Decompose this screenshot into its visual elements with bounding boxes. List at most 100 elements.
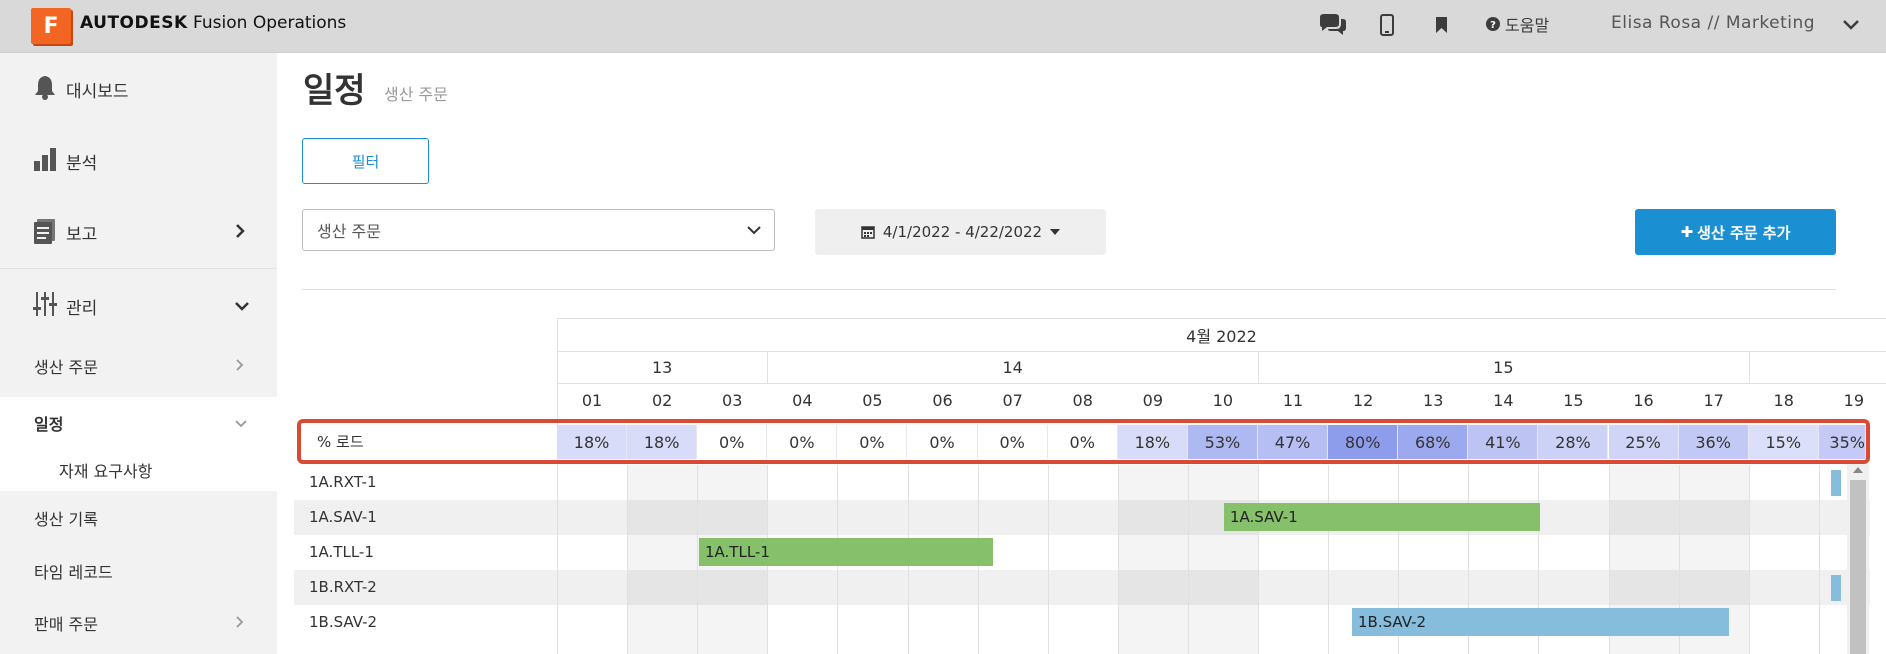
sidebar-item-label: 보고: [66, 225, 98, 245]
sidebar-subitem-sales-orders[interactable]: 판매 주문: [0, 597, 277, 649]
sidebar-item-label: 분석: [66, 153, 98, 174]
sidebar-item-analysis[interactable]: 분석: [0, 125, 277, 197]
day-label: 07: [1002, 390, 1023, 410]
weekend-column: [1187, 465, 1258, 654]
gantt-bar-partial[interactable]: [1831, 575, 1841, 601]
chevron-right-icon: [234, 357, 244, 376]
svg-text:?: ?: [1490, 20, 1496, 31]
day-label: 12: [1352, 390, 1374, 410]
row-label: 1A.SAV-1: [309, 508, 377, 526]
gantt-bar-partial[interactable]: [1831, 470, 1841, 496]
sidebar-subitem-label: 타임 레코드: [34, 563, 113, 582]
gantt-bar[interactable]: 1A.TLL-1: [699, 538, 993, 566]
week-divider: [767, 351, 769, 383]
grid-line: [1748, 465, 1750, 654]
row-label: 1A.TLL-1: [309, 543, 374, 561]
sidebar-subitem-production-records[interactable]: 생산 기록: [0, 491, 277, 545]
sidebar: 대시보드 분석 보고 관리 생산 주문 일정 자재 요구사항 생산 기록 타임 …: [0, 53, 277, 654]
grid-line: [1117, 465, 1119, 654]
gantt-bar[interactable]: 1B.SAV-2: [1352, 608, 1729, 636]
row-label: 1A.RXT-1: [309, 473, 377, 491]
day-label: 06: [932, 390, 953, 410]
sidebar-subitem-label: 판매 주문: [34, 615, 98, 634]
grid-line: [557, 465, 558, 654]
help-link[interactable]: ? 도움말: [1486, 12, 1549, 36]
week-divider: [1258, 351, 1259, 383]
week-label: 13: [651, 358, 673, 377]
brand-rest: Fusion Operations: [193, 13, 347, 33]
grid-line: [1328, 465, 1330, 654]
vertical-scrollbar[interactable]: [1847, 464, 1869, 654]
day-label: 02: [651, 390, 673, 410]
sidebar-subitem-production-orders[interactable]: 생산 주문: [0, 345, 277, 387]
load-row-highlight: [297, 419, 1870, 464]
week-label: 14: [1002, 358, 1023, 377]
sidebar-subitem-material-requirements[interactable]: 자재 요구사항: [0, 449, 277, 491]
logo-letter: F: [43, 13, 59, 39]
grid-line: [1258, 465, 1259, 654]
sidebar-item-dashboard[interactable]: 대시보드: [0, 53, 277, 125]
chevron-right-icon: [234, 614, 244, 633]
day-label: 14: [1493, 390, 1514, 410]
chevron-down-icon: [234, 297, 250, 316]
main-content: 일정 생산 주문 필터 생산 주문 4/1/2022 - 4/22/2022 ✚…: [277, 53, 1886, 654]
row-label: 1B.SAV-2: [309, 613, 378, 631]
day-label: 09: [1142, 390, 1164, 410]
scrollbar-thumb[interactable]: [1850, 480, 1866, 654]
week-label: 15: [1493, 358, 1514, 377]
bookmark-icon[interactable]: [1435, 10, 1448, 40]
day-label: 17: [1703, 390, 1724, 410]
sidebar-subitem-label: 자재 요구사항: [59, 462, 153, 481]
day-label: 18: [1773, 390, 1794, 410]
brand-name: AUTODESK Fusion Operations: [80, 13, 346, 33]
day-label: 13: [1423, 390, 1444, 410]
grid-line: [627, 465, 629, 654]
sliders-icon: [33, 291, 57, 321]
day-label: 01: [581, 390, 603, 410]
top-bar: F AUTODESK Fusion Operations ? 도움말 Elisa…: [0, 0, 1886, 53]
sidebar-item-reports[interactable]: 보고: [0, 197, 277, 269]
chat-icon[interactable]: [1318, 10, 1348, 40]
week-divider: [1748, 351, 1750, 383]
sidebar-subitem-label: 일정: [34, 415, 64, 434]
sidebar-item-label: 대시보드: [66, 81, 129, 102]
fusion-logo[interactable]: F: [31, 8, 71, 44]
chevron-down-icon[interactable]: [1842, 16, 1860, 35]
day-label: 11: [1282, 390, 1304, 410]
gantt-bar[interactable]: 1A.SAV-1: [1224, 503, 1540, 531]
bar-chart-icon: [33, 147, 57, 175]
chevron-down-icon: [234, 414, 248, 433]
sidebar-item-label: 관리: [66, 298, 98, 319]
sidebar-subitem-time-records[interactable]: 타임 레코드: [0, 545, 277, 597]
grid-line: [1818, 465, 1820, 654]
help-label: 도움말: [1505, 16, 1550, 35]
question-circle-icon: ?: [1486, 17, 1500, 31]
grid-line: [1187, 465, 1189, 654]
day-label: 08: [1072, 390, 1093, 410]
day-label: 05: [862, 390, 883, 410]
document-icon: [33, 218, 57, 248]
day-label: 04: [792, 390, 813, 410]
day-label: 03: [722, 390, 743, 410]
brand-bold: AUTODESK: [80, 13, 188, 33]
weekend-column: [627, 465, 698, 654]
bell-icon: [33, 74, 57, 104]
gantt-chart: 4월 2022 13 14 15 01 02 03 04 05 06 07 08 09 10 11 12 13 1…: [277, 53, 1886, 654]
sidebar-subitem-schedule[interactable]: 일정: [0, 397, 277, 449]
mobile-icon[interactable]: [1380, 10, 1394, 40]
grid-line: [1047, 465, 1049, 654]
day-label: 19: [1843, 390, 1865, 410]
day-label: 16: [1633, 390, 1654, 410]
scroll-up-arrow-icon[interactable]: [1853, 467, 1863, 473]
row-label: 1B.RXT-2: [309, 578, 377, 596]
gantt-header-line: [557, 318, 1886, 319]
day-label: 15: [1563, 390, 1584, 410]
sidebar-subitem-label: 생산 기록: [34, 510, 98, 529]
sidebar-item-management[interactable]: 관리: [0, 270, 277, 342]
month-label: 4월 2022: [1186, 327, 1257, 346]
sidebar-subitem-label: 생산 주문: [34, 358, 98, 377]
user-menu[interactable]: Elisa Rosa // Marketing: [1611, 13, 1815, 33]
day-label: 10: [1212, 390, 1234, 410]
weekend-column: [1117, 465, 1188, 654]
chevron-right-icon: [234, 223, 246, 243]
